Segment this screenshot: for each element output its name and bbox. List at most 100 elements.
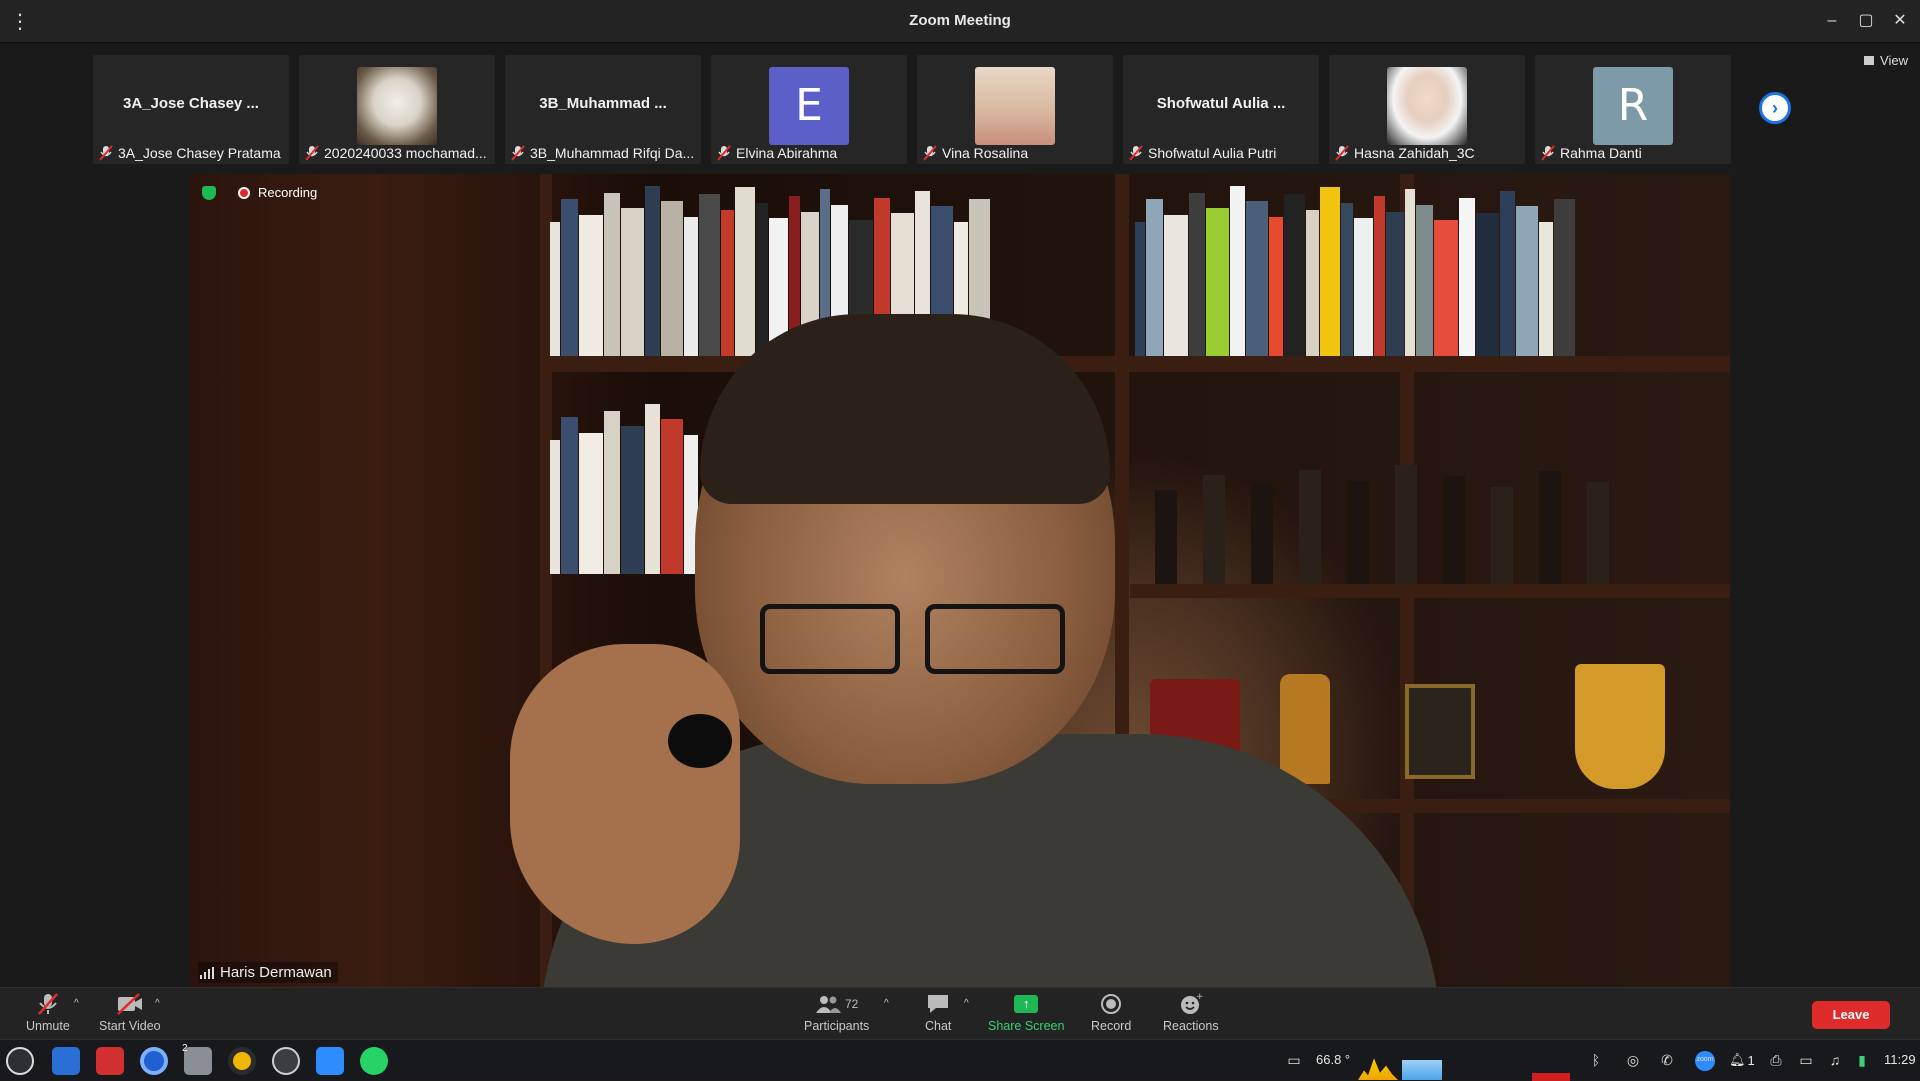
temperature-value: 66.8 ° [1316, 1052, 1351, 1067]
participants-caret-icon[interactable]: ^ [884, 998, 889, 1009]
participant-avatar: E [769, 67, 849, 145]
app-launcher-icon[interactable] [6, 1047, 34, 1075]
participant-name: 2020240033 mochamad... [324, 145, 487, 161]
book-spine [1146, 199, 1163, 356]
book-spine [1230, 185, 1245, 356]
zoom-app-icon[interactable] [316, 1047, 344, 1075]
participant-tile[interactable]: Hasna Zahidah_3C [1329, 55, 1525, 164]
start-video-button[interactable]: Start Video [99, 992, 161, 1033]
book-spine [550, 439, 560, 574]
participant-label: Vina Rosalina [923, 145, 1028, 161]
book-spine [721, 209, 734, 356]
book-spine [550, 221, 560, 356]
battery-icon[interactable]: ▮ [1853, 1051, 1871, 1069]
muted-mic-icon [511, 145, 525, 161]
book-spine [684, 216, 698, 356]
signal-bars-icon [200, 966, 214, 979]
system-monitor-icon[interactable] [272, 1047, 300, 1075]
notifications[interactable]: 🔔︎ 1 [1729, 1052, 1755, 1068]
leave-button[interactable]: Leave [1812, 1001, 1890, 1029]
window-icon[interactable]: ▭ [1797, 1051, 1815, 1069]
muted-mic-icon [1335, 145, 1349, 161]
book-spine [1164, 214, 1188, 356]
book-spine [1341, 202, 1353, 356]
close-icon[interactable]: ✕ [1890, 10, 1910, 32]
meeting-workspace: View 3A_Jose Chasey ... 3A_Jose Chasey Pr… [0, 43, 1920, 987]
document-viewer-icon[interactable] [96, 1047, 124, 1075]
unmute-button[interactable]: Unmute [26, 992, 70, 1033]
participant-tile[interactable]: Vina Rosalina [917, 55, 1113, 164]
whatsapp-icon[interactable] [360, 1047, 388, 1075]
next-page-icon[interactable]: › [1759, 92, 1791, 124]
participant-label: Elvina Abirahma [717, 145, 837, 161]
book-spine [1347, 480, 1369, 584]
whatsapp-tray-icon[interactable]: ✆ [1658, 1051, 1676, 1069]
bluetooth-icon[interactable]: ᛒ [1587, 1051, 1605, 1069]
window-title: Zoom Meeting [909, 12, 1011, 29]
network-graph [1402, 1060, 1442, 1080]
participant-tile[interactable]: 3B_Muhammad ... 3B_Muhammad Rifqi Da... [505, 55, 701, 164]
book-spine [1434, 220, 1458, 356]
book-spine [1155, 490, 1177, 584]
book-spine [561, 417, 578, 574]
participant-tile[interactable]: E Elvina Abirahma [711, 55, 907, 164]
audio-options-caret-icon[interactable]: ^ [74, 998, 79, 1009]
music-player-icon[interactable] [228, 1047, 256, 1075]
music-note-icon[interactable]: ♫ [1826, 1051, 1844, 1069]
book-spine [579, 214, 603, 356]
active-speaker-video[interactable]: Recording Haris Dermawan [190, 174, 1730, 987]
chat-caret-icon[interactable]: ^ [964, 998, 969, 1009]
glasses-lens [760, 604, 900, 674]
minimize-icon[interactable]: – [1822, 10, 1842, 32]
book-spine [1251, 485, 1273, 584]
earbud [668, 714, 732, 768]
share-screen-label: Share Screen [988, 1019, 1065, 1033]
share-screen-button[interactable]: ↑ Share Screen [988, 992, 1064, 1033]
recording-indicator[interactable]: Recording [238, 185, 317, 200]
participant-avatar: R [1593, 67, 1673, 145]
participant-name: Rahma Danti [1560, 145, 1642, 161]
reactions-button[interactable]: + Reactions [1163, 992, 1219, 1033]
participant-label: 3A_Jose Chasey Pratama [99, 145, 281, 161]
unmute-label: Unmute [26, 1019, 70, 1033]
encryption-shield-icon[interactable] [202, 186, 216, 200]
view-button[interactable]: View [1864, 53, 1908, 68]
participant-tile[interactable]: R Rahma Danti [1535, 55, 1731, 164]
chromium-browser-icon[interactable] [140, 1047, 168, 1075]
record-button[interactable]: Record [1091, 992, 1131, 1033]
book-spine [1539, 221, 1553, 356]
book-spine [579, 432, 603, 574]
record-icon [1100, 992, 1122, 1016]
book-spine [1269, 216, 1283, 356]
muted-mic-icon [1541, 145, 1555, 161]
display-icon[interactable]: ▭ [1285, 1051, 1303, 1069]
clock[interactable]: 11:29 [1884, 1052, 1916, 1067]
participant-tile[interactable]: Shofwatul Aulia ... Shofwatul Aulia Putri [1123, 55, 1319, 164]
participant-label: 3B_Muhammad Rifqi Da... [511, 145, 694, 161]
video-off-icon [115, 992, 145, 1016]
chat-button[interactable]: Chat [925, 992, 951, 1033]
start-video-label: Start Video [99, 1019, 161, 1033]
participant-tile[interactable]: 2020240033 mochamad... [299, 55, 495, 164]
video-options-caret-icon[interactable]: ^ [155, 998, 160, 1009]
participants-button[interactable]: 72 Participants [804, 992, 869, 1033]
maximize-icon[interactable]: ▢ [1856, 10, 1876, 32]
participant-tile[interactable]: 3A_Jose Chasey ... 3A_Jose Chasey Pratama [93, 55, 289, 164]
notification-count: 1 [1747, 1052, 1755, 1068]
file-manager-icon[interactable] [52, 1047, 80, 1075]
participant-name: Shofwatul Aulia Putri [1148, 145, 1277, 161]
muted-mic-icon [717, 145, 731, 161]
shelf-board [1130, 584, 1730, 598]
files-badge: 2 [182, 1043, 188, 1054]
screen-recorder-icon[interactable]: ◎ [1624, 1051, 1642, 1069]
recording-dot-icon [238, 186, 250, 199]
printer-icon[interactable]: ⎙ [1767, 1051, 1785, 1069]
book-spine [1516, 206, 1538, 356]
speaker-name-tag: Haris Dermawan [198, 962, 338, 983]
zoom-tray-icon[interactable]: zoom [1695, 1051, 1715, 1071]
participants-count: 72 [844, 997, 859, 1011]
book-spine [661, 419, 683, 574]
book-spine [1320, 187, 1340, 356]
participant-photo [1387, 67, 1467, 145]
files-icon[interactable]: 2 [182, 1043, 212, 1075]
